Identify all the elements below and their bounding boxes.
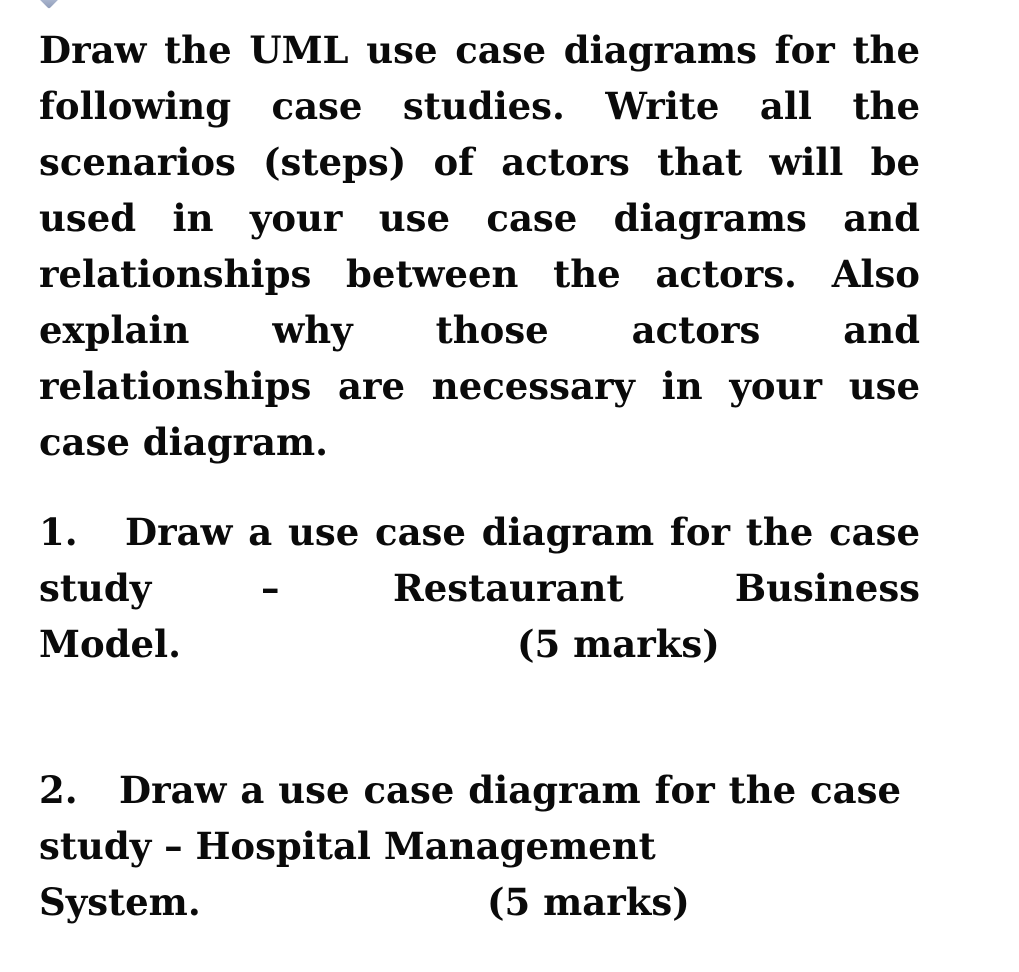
question-1-subject: Business (734, 566, 920, 610)
diamond-chevron-icon (39, 0, 59, 9)
question-1-line-3: Model. (5 marks) (39, 616, 920, 672)
question-number: 1. (39, 510, 78, 554)
question-1-dash: – (261, 566, 280, 610)
question-2-line-3: System. (5 marks) (39, 874, 920, 930)
question-1-marks: (5 marks) (517, 622, 720, 666)
instructions-line: case diagram. (39, 420, 329, 464)
question-2-prompt: Draw a use case diagram for the case (119, 768, 901, 812)
instructions-line: relationships are necessary in your use (39, 364, 920, 408)
instructions-line: Draw the UML use case diagrams for the (39, 28, 920, 72)
instructions-line: scenarios (steps) of actors that will be (39, 140, 920, 184)
instructions-line: following case studies. Write all the (39, 84, 920, 128)
instructions-line: used in your use case diagrams and (39, 196, 920, 240)
question-1-prompt: Draw a use case diagram for the case (125, 510, 920, 554)
question-2-subject-end: System. (39, 880, 201, 924)
question-2-line-2: study – Hospital Management (39, 824, 656, 868)
instructions-line: relationships between the actors. Also (39, 252, 920, 296)
question-2-marks: (5 marks) (487, 880, 690, 924)
question-1-word: study (39, 566, 152, 610)
instructions-line: explain why those actors and (39, 308, 920, 352)
question-number: 2. (39, 768, 78, 812)
question-2-line-1: 2. Draw a use case diagram for the case (39, 762, 901, 818)
question-1-line-1: 1. Draw a use case diagram for the case (39, 504, 920, 560)
question-1-line-2: study – Restaurant Business (39, 560, 920, 616)
question-1-subject-end: Model. (39, 622, 181, 666)
question-1-subject: Restaurant (393, 566, 624, 610)
